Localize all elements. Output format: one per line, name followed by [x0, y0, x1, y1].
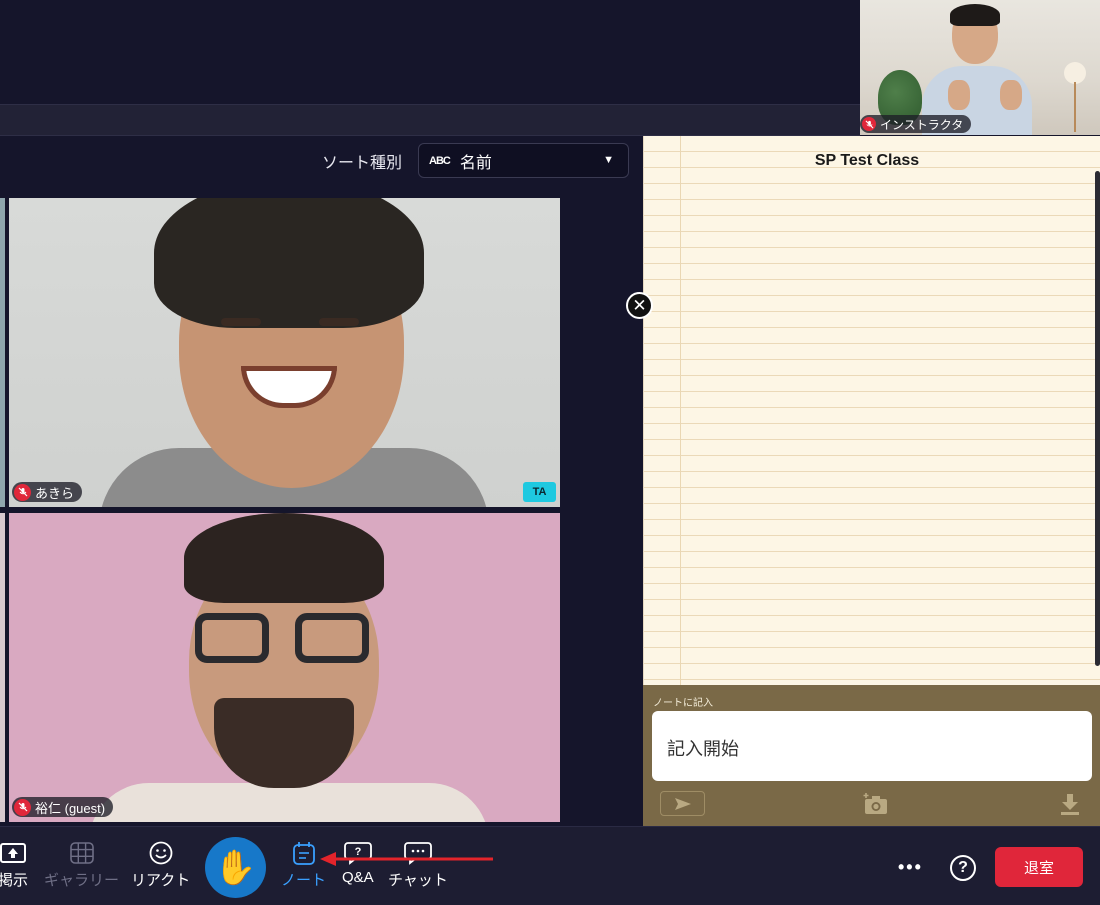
mic-muted-icon [862, 117, 876, 131]
participant-video-tile[interactable]: 裕仁 (guest) [9, 513, 560, 822]
mic-muted-icon [14, 483, 31, 501]
notes-margin-line [680, 136, 681, 685]
upload-board-icon [0, 843, 26, 863]
participant-eye [319, 318, 359, 326]
mic-muted-icon [14, 798, 31, 816]
sort-selected-value: 名前 [459, 154, 492, 172]
sort-select[interactable]: ABC 名前 ▼ [418, 143, 629, 178]
raise-hand-button[interactable]: ✋ [205, 837, 266, 898]
note-input-label: ノートに記入 [653, 698, 713, 709]
toolbar-label: 掲示 [0, 872, 29, 889]
toolbar-label: リアクト [131, 872, 191, 889]
toolbar-label: チャット [388, 872, 448, 889]
instructor-name-tag: インストラクタ [860, 115, 972, 133]
more-options-button[interactable]: ••• [898, 857, 923, 878]
help-button[interactable]: ? [950, 855, 976, 881]
participant-name: 裕仁 (guest) [35, 800, 106, 816]
leave-room-button[interactable]: 退室 [995, 847, 1083, 887]
top-area [0, 0, 860, 104]
add-photo-icon[interactable] [863, 792, 889, 816]
ta-badge: TA [523, 482, 556, 502]
close-icon: ✕ [632, 296, 647, 315]
toolbar-label: ギャラリー [44, 872, 120, 889]
participant-glasses [195, 613, 375, 665]
participant-video-tile[interactable]: あきら TA [9, 198, 560, 507]
note-input-panel: ノートに記入 記入開始 [643, 685, 1100, 826]
participant-name-tag: あきら [12, 482, 83, 502]
toolbar-label: ノート [281, 872, 327, 889]
instructor-hand-right [1000, 80, 1022, 110]
toolbar-label: Q&A [342, 869, 374, 886]
close-notes-button[interactable]: ✕ [626, 292, 653, 319]
participant-beard [214, 698, 354, 788]
instructor-video-tile[interactable]: インストラクタ [860, 0, 1100, 135]
dropdown-caret-icon: ▼ [603, 154, 614, 166]
participant-name: あきら [35, 485, 75, 501]
grid-icon [69, 842, 94, 864]
participant-name-tag: 裕仁 (guest) [12, 797, 114, 817]
classroom-app: インストラクタ ソート種別 ABC 名前 ▼ あきら TA 裕仁 (guest)… [0, 0, 1100, 905]
abc-sort-icon: ABC [429, 154, 451, 167]
participant-shirt [89, 783, 489, 822]
notes-panel: SP Test Class [643, 136, 1100, 685]
send-note-button[interactable] [660, 791, 705, 816]
note-input-field[interactable]: 記入開始 [652, 711, 1092, 781]
background-lamp [1060, 62, 1090, 132]
notes-title: SP Test Class [814, 152, 920, 169]
download-icon[interactable] [1059, 792, 1081, 816]
toolbar-gallery-button[interactable]: ギャラリー [44, 841, 119, 890]
send-icon [674, 797, 691, 810]
annotation-arrow-icon [320, 852, 493, 866]
instructor-hand-left [948, 80, 970, 110]
sort-label: ソート種別 [322, 155, 403, 172]
bottom-toolbar: 掲示 ギャラリー リアクト ✋ ノート ? Q&A チャット ••• ? 退室 [0, 826, 1100, 905]
participant-eye [221, 318, 261, 326]
participant-hair [154, 198, 424, 328]
smiley-icon [149, 841, 173, 865]
instructor-name: インストラクタ [880, 117, 964, 132]
participant-hair [184, 513, 384, 603]
notes-scrollbar[interactable] [1095, 171, 1100, 666]
note-icon [292, 842, 315, 865]
instructor-hair [950, 4, 1000, 26]
partial-video-tile [0, 198, 5, 507]
partial-video-tile [0, 513, 5, 822]
sub-header-bar [0, 104, 860, 136]
toolbar-react-button[interactable]: リアクト [131, 841, 190, 890]
raised-hand-icon: ✋ [214, 848, 257, 887]
toolbar-post-button[interactable]: 掲示 [0, 841, 28, 890]
